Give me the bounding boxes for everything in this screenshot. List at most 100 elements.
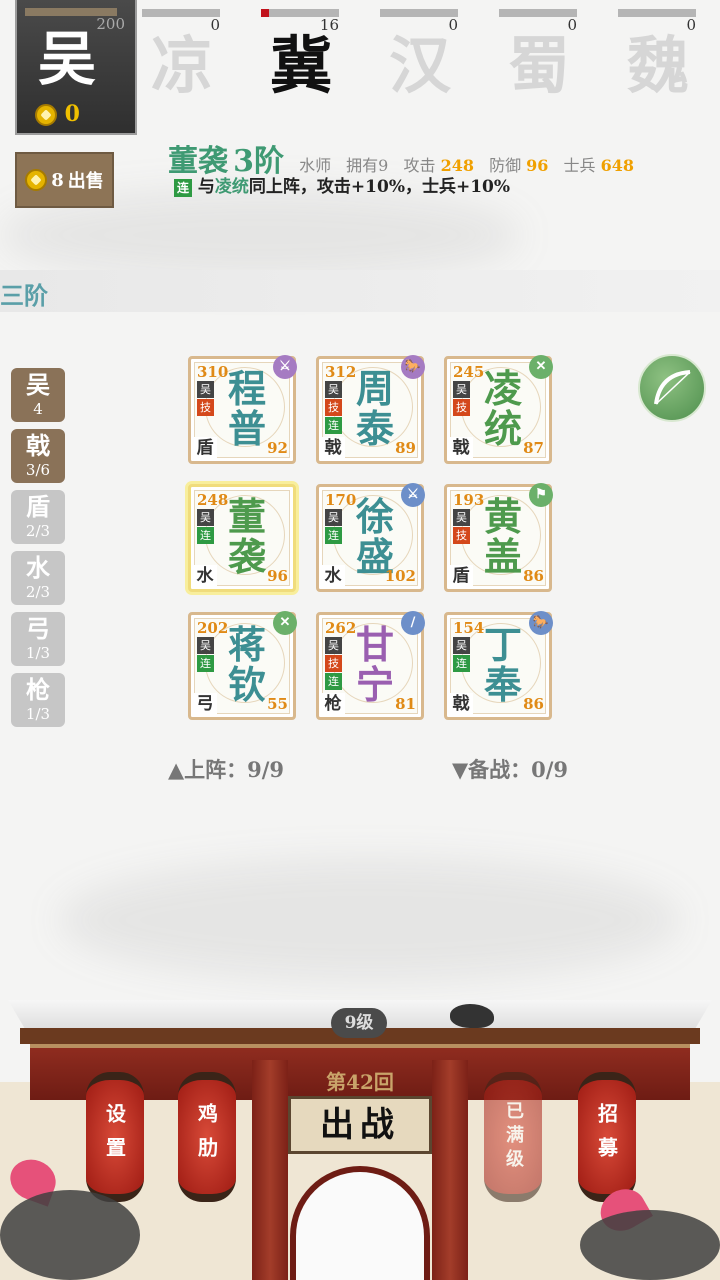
level-badge: 9级 bbox=[331, 1008, 387, 1038]
hero-tags: 吴技 bbox=[453, 381, 470, 416]
bow-icon bbox=[654, 370, 691, 405]
hero-weapon-icon: 🐎 bbox=[401, 355, 425, 379]
filter-tab[interactable]: 吴4 bbox=[11, 368, 65, 422]
palace-scene: 9级 第42回 出战 设置 鸡肋 已满级 招募 bbox=[0, 990, 720, 1280]
faction-name: 冀 bbox=[269, 29, 332, 102]
hero-type: 水 bbox=[193, 565, 217, 587]
filter-tab[interactable]: 弓 1/3 bbox=[11, 612, 65, 666]
hero-card[interactable]: 248 吴连董袭水 96 bbox=[188, 484, 296, 592]
filter-tab[interactable]: 水 2/3 bbox=[11, 551, 65, 605]
faction-name: 汉 bbox=[388, 29, 451, 102]
filter-count: 1/3 bbox=[25, 644, 51, 662]
hero-name: 程普 bbox=[219, 369, 275, 449]
lantern-button[interactable]: 鸡肋 bbox=[178, 1072, 236, 1202]
hero-card[interactable]: 310 吴技程普盾 92 ⚔ bbox=[188, 355, 297, 464]
faction-tab[interactable]: 16 冀 bbox=[261, 0, 341, 110]
hero-weapon-icon: 🐎 bbox=[529, 611, 553, 635]
faction-progress-bar bbox=[499, 9, 577, 17]
hero-tag: 吴 bbox=[325, 509, 342, 526]
faction-tab[interactable]: 0凉 bbox=[142, 0, 222, 110]
hero-name-char1: 徐 bbox=[355, 495, 394, 539]
filter-label: 戟 bbox=[26, 431, 50, 460]
hero-name: 徐盛 bbox=[347, 497, 403, 577]
hero-name: 周泰 bbox=[347, 369, 403, 449]
hero-type: 戟 bbox=[449, 693, 473, 715]
hero-name-char1: 凌 bbox=[483, 367, 522, 411]
hero-power: 102 bbox=[384, 567, 416, 585]
hero-power: 86 bbox=[523, 695, 544, 713]
bond-partner: 凌统 bbox=[214, 177, 249, 197]
filter-label: 盾 bbox=[26, 492, 50, 521]
hero-card[interactable]: 154 吴连丁奉戟 86 🐎 bbox=[444, 611, 553, 720]
hero-card[interactable]: 245 吴技凌统戟 87 ✕ bbox=[444, 355, 553, 464]
faction-name: 凉 bbox=[150, 29, 213, 102]
reserve-count[interactable]: ▼备战：0/9 bbox=[452, 754, 568, 784]
sell-button[interactable]: 8 出售 bbox=[15, 152, 114, 208]
fight-button[interactable]: 出战 bbox=[288, 1096, 432, 1154]
hero-tags: 吴连 bbox=[325, 509, 342, 544]
player-gold-amount: 0 bbox=[64, 101, 80, 127]
hero-card[interactable]: 312 吴技连周泰戟 89 🐎 bbox=[316, 355, 425, 464]
hero-name: 蒋钦 bbox=[219, 625, 275, 705]
pillar-left bbox=[252, 1060, 288, 1280]
hero-type: 盾 bbox=[449, 565, 473, 587]
faction-progress-bar bbox=[618, 9, 696, 17]
hero-tag: 吴 bbox=[325, 381, 342, 398]
faction-tab[interactable]: 0蜀 bbox=[499, 0, 579, 110]
soldier-value: 648 bbox=[600, 156, 635, 175]
hero-card[interactable]: 193 吴技黄盖盾 86 ⚑ bbox=[444, 483, 553, 592]
faction-progress-bar bbox=[380, 9, 458, 17]
hero-power: 96 bbox=[267, 567, 288, 585]
hero-tag: 技 bbox=[453, 527, 470, 544]
hero-name: 董袭 bbox=[219, 497, 275, 577]
filter-label: 弓 bbox=[26, 614, 50, 643]
player-gold: 0 bbox=[35, 101, 80, 127]
hero-name-char1: 程 bbox=[227, 367, 266, 411]
hero-name-char1: 蒋 bbox=[227, 623, 266, 667]
hero-type: 枪 bbox=[321, 693, 345, 715]
faction-tab[interactable]: 0魏 bbox=[618, 0, 698, 110]
hero-type: 盾 bbox=[193, 437, 217, 459]
filter-tab[interactable]: 盾 2/3 bbox=[11, 490, 65, 544]
ink-rock-decoration bbox=[0, 1190, 140, 1280]
hero-name-char1: 甘 bbox=[355, 623, 394, 667]
hero-type: 戟 bbox=[449, 437, 473, 459]
hero-card[interactable]: 202 吴连蒋钦弓 55 ✕ bbox=[188, 611, 297, 720]
hero-card[interactable]: 170 吴连徐盛水 102 ⚔ bbox=[316, 483, 425, 592]
hero-name-char1: 董 bbox=[227, 495, 266, 539]
coin-icon bbox=[25, 169, 48, 191]
hero-power: 86 bbox=[523, 567, 544, 585]
bow-skill-button[interactable] bbox=[638, 354, 706, 422]
filter-label: 水 bbox=[26, 553, 50, 582]
bond-tag: 连 bbox=[174, 178, 192, 197]
hero-tag: 连 bbox=[325, 673, 342, 690]
lantern-button[interactable]: 招募 bbox=[578, 1072, 636, 1202]
hero-power: 81 bbox=[395, 695, 416, 713]
player-faction-panel[interactable]: 200 吴 0 bbox=[15, 0, 137, 135]
hero-power: 89 bbox=[395, 439, 416, 457]
filter-tab[interactable]: 戟 3/6 bbox=[11, 429, 65, 483]
hero-name: 甘宁 bbox=[347, 625, 403, 705]
hero-weapon-icon: ⚔ bbox=[401, 483, 425, 507]
rank-section-header: 三阶 bbox=[0, 270, 720, 312]
hero-tags: 吴连 bbox=[453, 637, 470, 672]
deployed-count[interactable]: ▲上阵：9/9 bbox=[168, 754, 284, 784]
hero-type: 弓 bbox=[193, 693, 217, 715]
faction-tab[interactable]: 0汉 bbox=[380, 0, 460, 110]
filter-tab[interactable]: 枪 1/3 bbox=[11, 673, 65, 727]
filter-label: 吴 bbox=[26, 370, 50, 399]
hero-card[interactable]: 262 吴技连甘宁枪 81 ∕ bbox=[316, 611, 425, 720]
crow-decoration bbox=[450, 1004, 494, 1028]
hero-weapon-icon: ✕ bbox=[273, 611, 297, 635]
hero-tag: 技 bbox=[453, 399, 470, 416]
hero-name: 凌统 bbox=[475, 369, 531, 449]
soldier-label: 士兵 bbox=[563, 156, 596, 175]
hero-tags: 吴技连 bbox=[325, 381, 342, 434]
faction-progress-fill bbox=[261, 9, 269, 17]
lantern-button[interactable]: 设置 bbox=[86, 1072, 144, 1202]
lantern-button[interactable]: 已满级 bbox=[484, 1072, 542, 1202]
hero-tag: 连 bbox=[325, 527, 342, 544]
hero-power: 92 bbox=[267, 439, 288, 457]
hero-power: 87 bbox=[523, 439, 544, 457]
round-label: 第42回 bbox=[326, 1070, 394, 1094]
